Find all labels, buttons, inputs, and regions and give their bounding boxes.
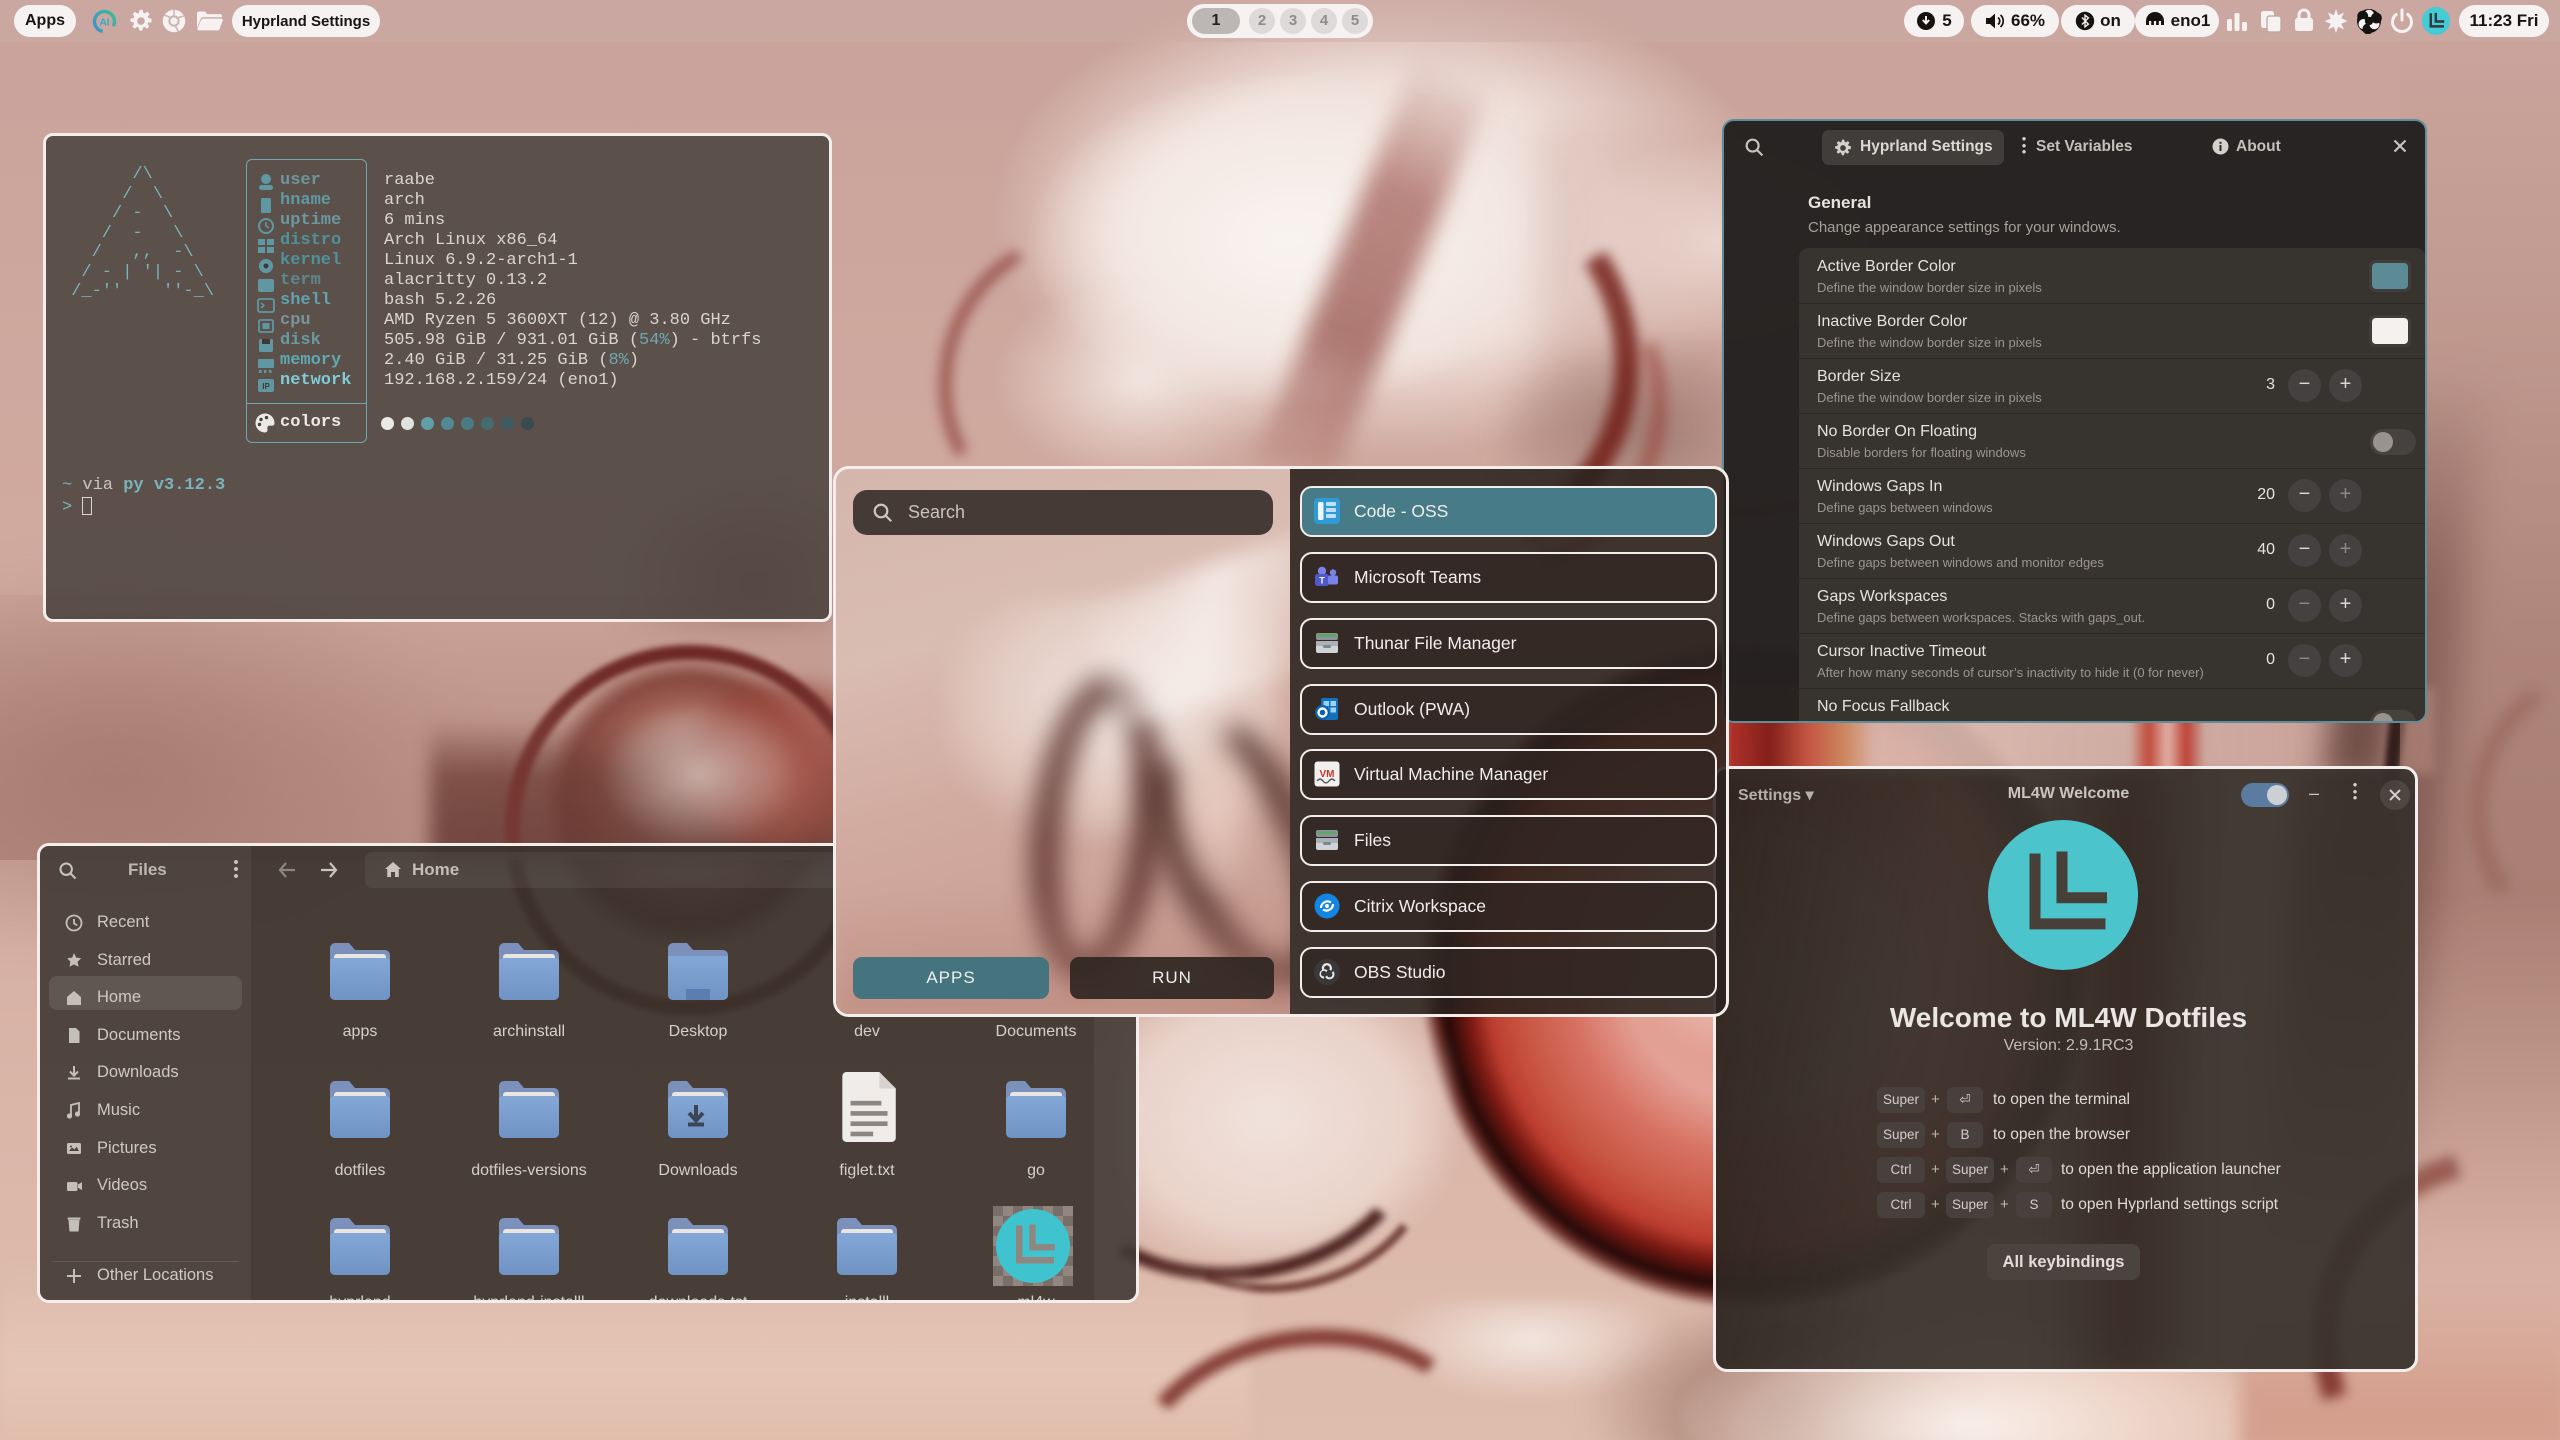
svg-text:VM: VM xyxy=(1320,769,1335,780)
svg-text:AI: AI xyxy=(100,18,110,29)
svg-text:IP: IP xyxy=(262,382,270,391)
svg-text:T: T xyxy=(1319,576,1325,586)
